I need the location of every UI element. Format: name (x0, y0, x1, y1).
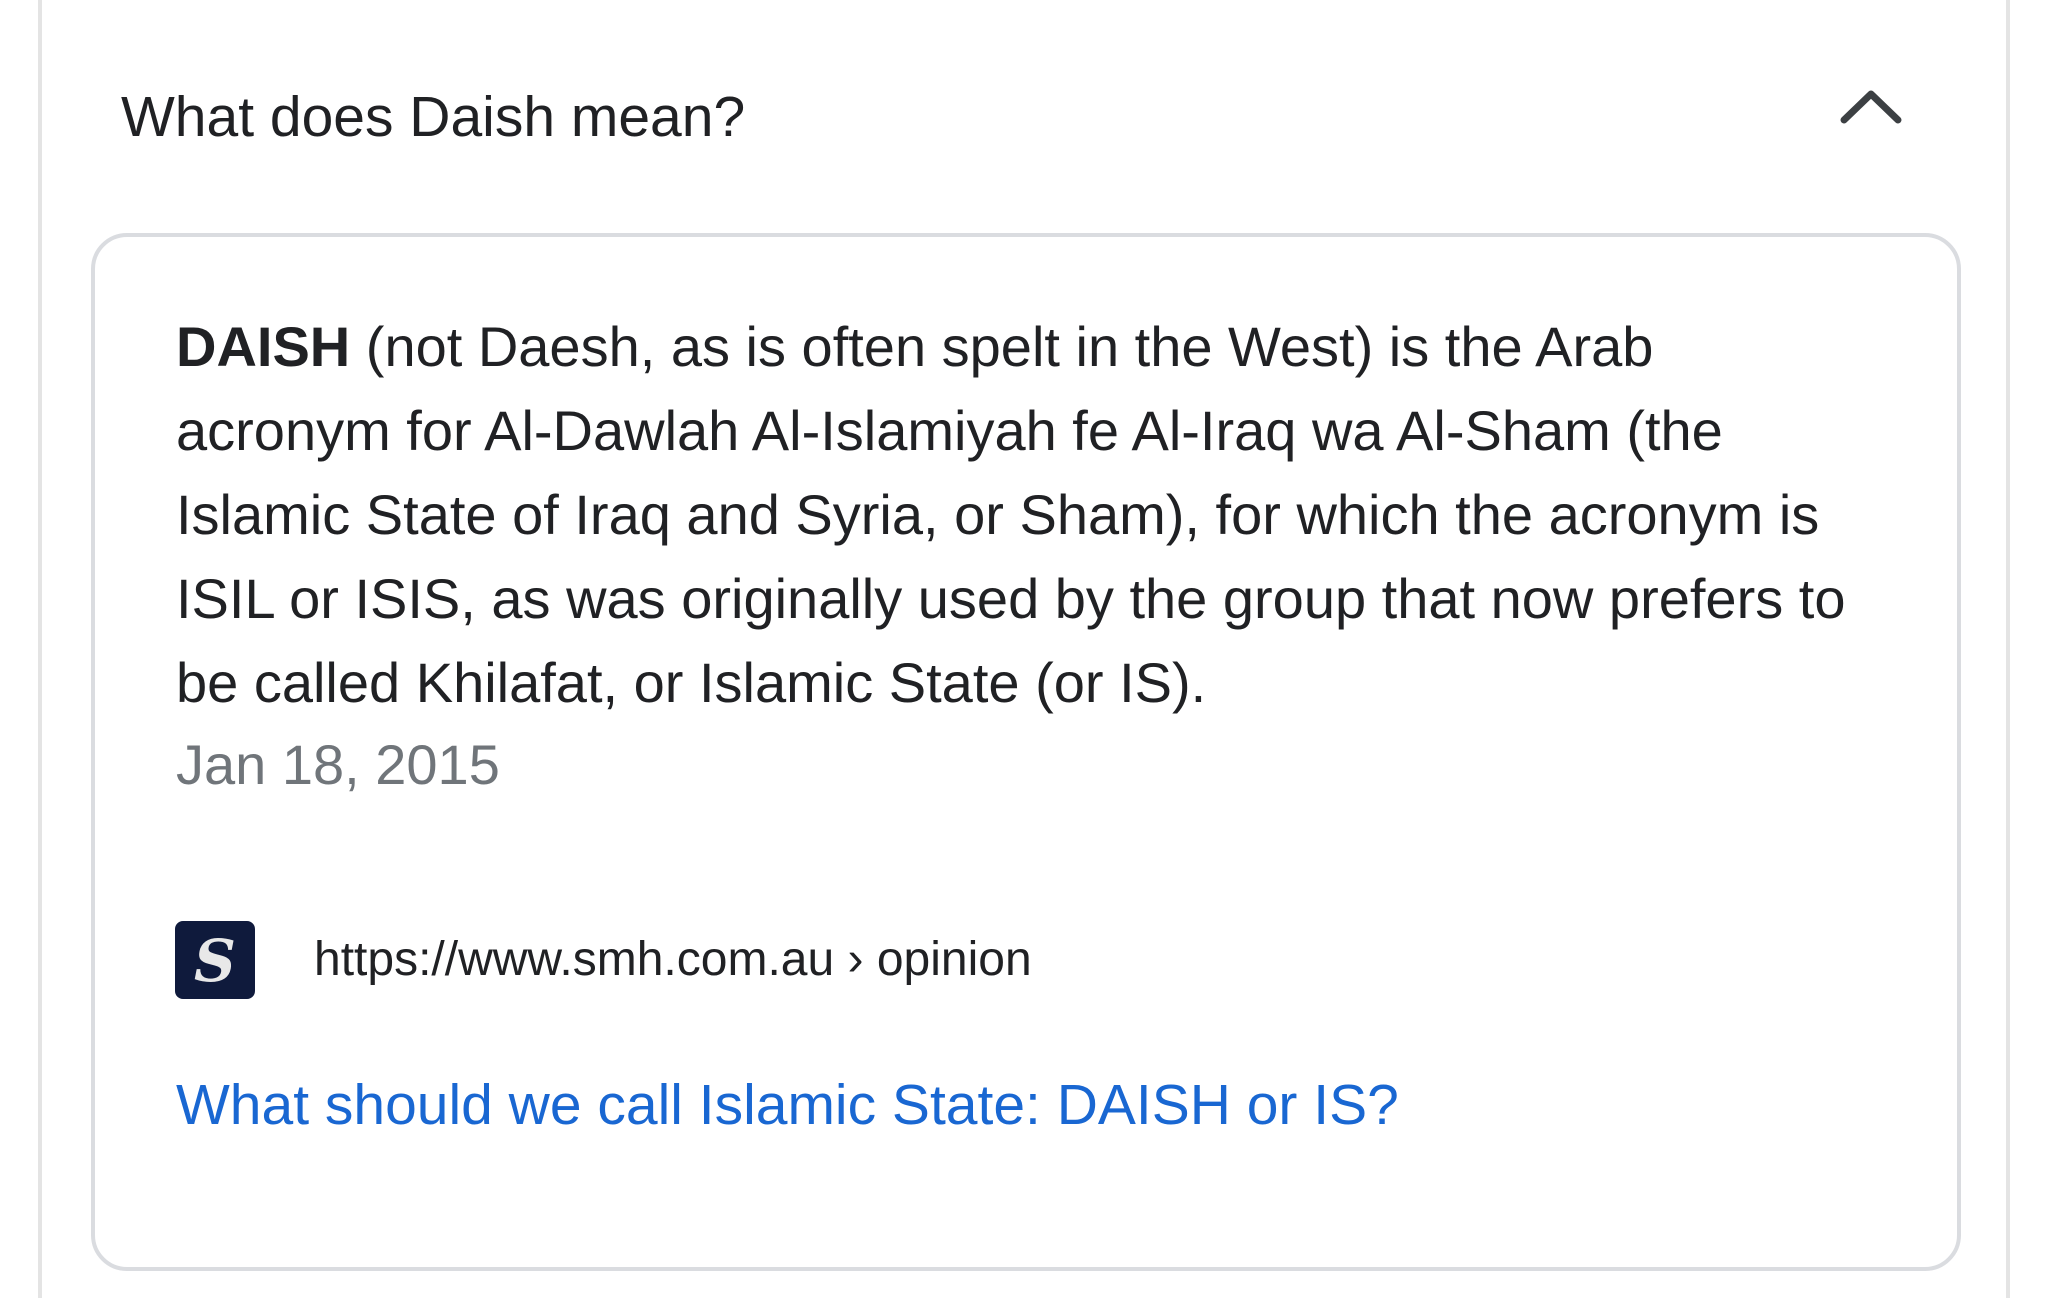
source-url[interactable]: https://www.smh.com.au › opinion (314, 930, 1032, 990)
answer-text: DAISH (not Daesh, as is often spelt in t… (176, 305, 1876, 725)
faq-question[interactable]: What does Daish mean? (121, 82, 745, 152)
source-title-link[interactable]: What should we call Islamic State: DAISH… (176, 1068, 1399, 1142)
source-favicon[interactable]: S (175, 921, 255, 999)
answer-bold-term: DAISH (176, 315, 351, 378)
favicon-letter: S (194, 927, 236, 995)
chevron-up-icon[interactable] (1836, 82, 1906, 132)
page: What does Daish mean? DAISH (not Daesh, … (0, 0, 2048, 1298)
answer-date: Jan 18, 2015 (176, 733, 500, 796)
answer-body: (not Daesh, as is often spelt in the Wes… (176, 315, 1846, 714)
